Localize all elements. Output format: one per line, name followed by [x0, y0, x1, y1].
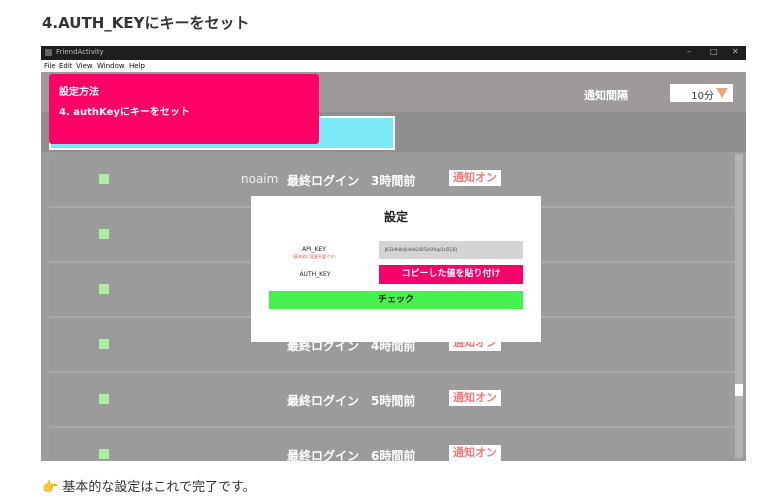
row-checkbox[interactable]	[99, 284, 109, 294]
row-checkbox[interactable]	[99, 174, 109, 184]
row-checkbox[interactable]	[99, 339, 109, 349]
table-row: 最終ログイン 5時間前 通知オン	[49, 374, 735, 428]
row-last-login: 最終ログイン 5時間前	[287, 394, 416, 408]
dialog-title: 設定	[383, 210, 408, 224]
row-checkbox[interactable]	[99, 449, 109, 459]
row-username: noaim	[241, 172, 279, 186]
menu-file[interactable]: File	[44, 62, 56, 70]
app-icon	[45, 49, 52, 56]
menu-view[interactable]: View	[76, 62, 93, 70]
menu-help[interactable]: Help	[129, 62, 145, 70]
interval-label: 通知間隔	[584, 89, 628, 102]
scrollbar-thumb[interactable]	[735, 384, 743, 396]
maximize-icon[interactable]: □	[710, 47, 718, 56]
menu-bar: File Edit View Window Help	[41, 60, 746, 72]
menu-edit[interactable]: Edit	[59, 62, 73, 70]
row-checkbox[interactable]	[99, 394, 109, 404]
row-checkbox[interactable]	[99, 229, 109, 239]
row-last-login: 最終ログイン 6時間前	[287, 449, 416, 461]
api-key-note: (基本的に変更不要です)	[292, 254, 336, 259]
close-icon[interactable]: ✕	[732, 47, 739, 56]
pointing-hand-icon: 👉	[42, 480, 59, 495]
interval-select[interactable]: 10分	[670, 84, 733, 102]
minimize-icon[interactable]: –	[687, 47, 691, 56]
chevron-down-icon	[716, 88, 728, 98]
api-key-field[interactable]: JlI33dh0IrJbnb0GIStTuXXVqz1s5FJ3Q	[379, 241, 523, 259]
instruction-step: 4. authKeyにキーをセット	[59, 107, 190, 118]
row-notify-button[interactable]: 通知オン	[449, 445, 501, 461]
check-button[interactable]: チェック	[269, 291, 523, 309]
row-notify-button[interactable]: 通知オン	[449, 170, 501, 186]
row-last-login: 最終ログイン 3時間前	[287, 174, 416, 188]
api-key-label: API_KEY	[302, 246, 326, 253]
scrollbar-track[interactable]	[735, 154, 743, 458]
article-heading: 4.AUTH_KEYにキーをセット	[42, 14, 250, 32]
row-notify-button[interactable]: 通知オン	[449, 390, 501, 406]
instruction-title: 設定方法	[59, 87, 99, 98]
instruction-callout: 設定方法 4. authKeyにキーをセット	[49, 74, 319, 144]
auth-key-field[interactable]: コピーした値を貼り付け	[379, 265, 523, 284]
interval-value: 10分	[691, 91, 714, 102]
window-title: FriendActivity	[56, 48, 104, 56]
window-titlebar: FriendActivity – □ ✕	[41, 46, 746, 60]
menu-window[interactable]: Window	[97, 62, 125, 70]
article-footer: 👉 基本的な設定はこれで完了です。	[42, 476, 256, 495]
app-window: FriendActivity – □ ✕ File Edit View Wind…	[41, 46, 746, 461]
table-row: 最終ログイン 6時間前 通知オン	[49, 429, 735, 461]
footer-text: 基本的な設定はこれで完了です。	[62, 480, 256, 495]
auth-key-label: AUTH_KEY	[299, 271, 331, 278]
settings-dialog: 設定 API_KEY (基本的に変更不要です) JlI33dh0IrJbnb0G…	[251, 196, 541, 342]
